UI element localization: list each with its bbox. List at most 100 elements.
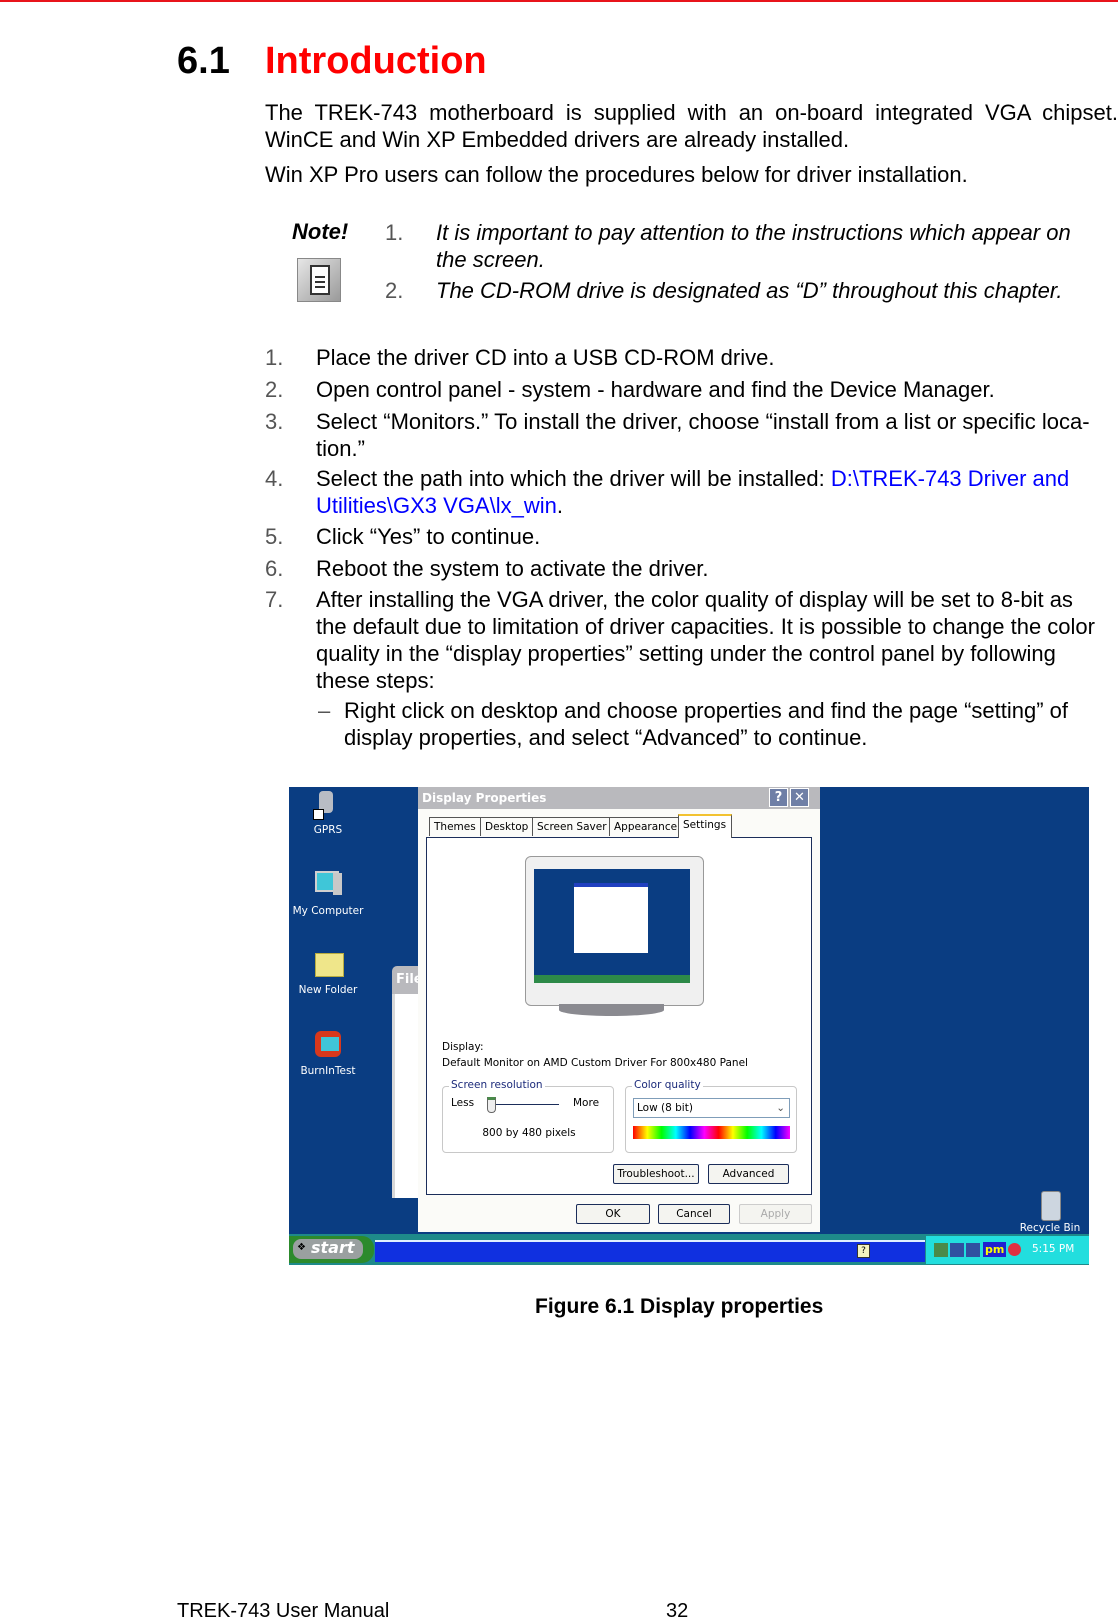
background-window-title[interactable]: File — [392, 966, 420, 994]
intro-line-1: The TREK-743 motherboard is supplied wit… — [265, 100, 1118, 125]
desktop-icon-label: BurnInTest — [300, 1065, 356, 1077]
start-button[interactable]: ❖ start — [289, 1236, 374, 1263]
close-button[interactable]: ✕ — [790, 788, 809, 807]
substep-text: display properties, and select “Advanced… — [344, 725, 868, 750]
desktop-icon-label: New Folder — [298, 984, 358, 996]
driver-path-link[interactable]: Utilities\GX3 VGA\lx_win — [316, 493, 557, 518]
gprs-shortcut-icon[interactable] — [313, 789, 343, 820]
display-label: Display: — [442, 1041, 484, 1053]
chevron-down-icon: ⌄ — [776, 1102, 785, 1114]
footer-manual-title: TREK-743 User Manual — [177, 1600, 390, 1622]
step-text: Select “Monitors.” To install the driver… — [316, 409, 1090, 434]
dialog-titlebar: Display Properties ? ✕ — [418, 787, 820, 809]
more-label: More — [573, 1097, 600, 1109]
desktop-icon-label: GPRS — [313, 824, 343, 836]
tab-appearance[interactable]: Appearance — [609, 817, 683, 836]
recycle-bin-icon[interactable] — [1035, 1189, 1065, 1221]
desktop-icon-label: My Computer — [292, 905, 364, 917]
wireless-tray-icon[interactable] — [950, 1243, 964, 1257]
resolution-value: 800 by 480 pixels — [482, 1127, 576, 1139]
my-computer-icon[interactable] — [313, 869, 343, 899]
step-number: 7. — [265, 587, 284, 612]
step-text-suffix: . — [556, 493, 563, 518]
system-tray: pm 5:15 PM — [926, 1236, 1089, 1264]
driver-path-link[interactable]: D:\TREK-743 Driver and — [831, 466, 1069, 491]
tab-settings[interactable]: Settings — [678, 814, 732, 838]
step-text: these steps: — [316, 668, 435, 693]
security-tray-icon[interactable] — [1008, 1243, 1021, 1256]
step-text: Utilities\GX3 VGA\lx_win. — [316, 492, 563, 519]
lan-tray-icon[interactable] — [966, 1243, 980, 1257]
screen-resolution-group: Screen resolution Less More 800 by 480 p… — [442, 1079, 614, 1153]
background-window — [392, 994, 418, 1198]
step-text: Select the path into which the driver wi… — [316, 465, 1069, 492]
step-text: tion.” — [316, 436, 365, 461]
step-number: 3. — [265, 409, 284, 434]
step-text: Open control panel - system - hardware a… — [316, 377, 995, 402]
note-item-text: the screen. — [436, 247, 545, 272]
troubleshoot-button[interactable]: Troubleshoot... — [613, 1164, 699, 1184]
cancel-button[interactable]: Cancel — [658, 1204, 730, 1224]
note-label: Note! — [292, 219, 349, 244]
step-number: 4. — [265, 466, 284, 491]
color-quality-group: Color quality Low (8 bit) ⌄ — [625, 1079, 797, 1153]
burnintest-shortcut-icon[interactable] — [313, 1029, 343, 1059]
step-number: 6. — [265, 556, 284, 581]
step-text: quality in the “display properties” sett… — [316, 641, 1056, 666]
windows-logo-icon: ❖ — [297, 1242, 306, 1253]
help-icon[interactable]: ? — [857, 1244, 870, 1258]
step-text-prefix: Select the path into which the driver wi… — [316, 466, 831, 491]
pm-tray-icon[interactable]: pm — [983, 1242, 1007, 1257]
section-number: 6.1 — [177, 40, 230, 82]
substep-dash: – — [318, 698, 331, 723]
screen-resolution-label: Screen resolution — [449, 1079, 545, 1091]
folder-icon[interactable] — [313, 948, 344, 978]
advanced-button[interactable]: Advanced — [708, 1164, 789, 1184]
display-value: Default Monitor on AMD Custom Driver For… — [442, 1057, 748, 1069]
settings-panel: Display: Default Monitor on AMD Custom D… — [426, 837, 812, 1195]
monitor-stand — [559, 1004, 664, 1016]
clock[interactable]: 5:15 PM — [1032, 1243, 1074, 1255]
intro-line-2: WinCE and Win XP Embedded drivers are al… — [265, 127, 850, 152]
note-item-text: The CD-ROM drive is designated as “D” th… — [436, 278, 1063, 303]
note-item-number: 2. — [385, 278, 404, 303]
figure-caption: Figure 6.1 Display properties — [535, 1295, 824, 1318]
document-note-icon — [297, 258, 341, 302]
color-palette-bar — [633, 1126, 790, 1139]
color-quality-select[interactable]: Low (8 bit) ⌄ — [633, 1098, 790, 1118]
network-tray-icon[interactable] — [934, 1243, 948, 1257]
note-item-text: It is important to pay attention to the … — [436, 220, 1071, 245]
display-properties-screenshot: GPRS My Computer New Folder BurnInTest F… — [289, 787, 1089, 1265]
tab-desktop[interactable]: Desktop — [480, 817, 534, 836]
substep-text: Right click on desktop and choose proper… — [344, 698, 1069, 723]
taskbar-band — [375, 1240, 925, 1262]
tab-themes[interactable]: Themes — [429, 817, 481, 836]
note-item-number: 1. — [385, 220, 404, 245]
resolution-slider-track[interactable] — [489, 1104, 559, 1105]
display-properties-dialog: Display Properties ? ✕ Themes Desktop Sc… — [418, 787, 820, 1232]
ok-button[interactable]: OK — [576, 1204, 650, 1224]
start-label: start — [311, 1238, 355, 1257]
dialog-title: Display Properties — [422, 791, 547, 805]
header-rule — [0, 0, 1118, 2]
color-quality-label: Color quality — [632, 1079, 703, 1091]
footer-page-number: 32 — [666, 1600, 689, 1622]
step-text: the default due to limitation of driver … — [316, 614, 1095, 639]
less-label: Less — [451, 1097, 475, 1109]
step-text: Place the driver CD into a USB CD-ROM dr… — [316, 345, 775, 370]
tab-screen-saver[interactable]: Screen Saver — [532, 817, 612, 836]
recycle-bin-label: Recycle Bin — [1019, 1222, 1081, 1234]
step-number: 1. — [265, 345, 284, 370]
step-text: Reboot the system to activate the driver… — [316, 556, 709, 581]
step-number: 5. — [265, 524, 284, 549]
step-text: After installing the VGA driver, the col… — [316, 587, 1073, 612]
step-text: Click “Yes” to continue. — [316, 524, 541, 549]
step-number: 2. — [265, 377, 284, 402]
section-title: Introduction — [265, 40, 487, 82]
resolution-slider-thumb[interactable] — [487, 1097, 496, 1113]
monitor-preview — [525, 856, 704, 1006]
help-button[interactable]: ? — [769, 788, 788, 807]
apply-button[interactable]: Apply — [739, 1204, 812, 1224]
color-quality-value: Low (8 bit) — [637, 1102, 693, 1114]
intro-line-3: Win XP Pro users can follow the procedur… — [265, 162, 968, 187]
